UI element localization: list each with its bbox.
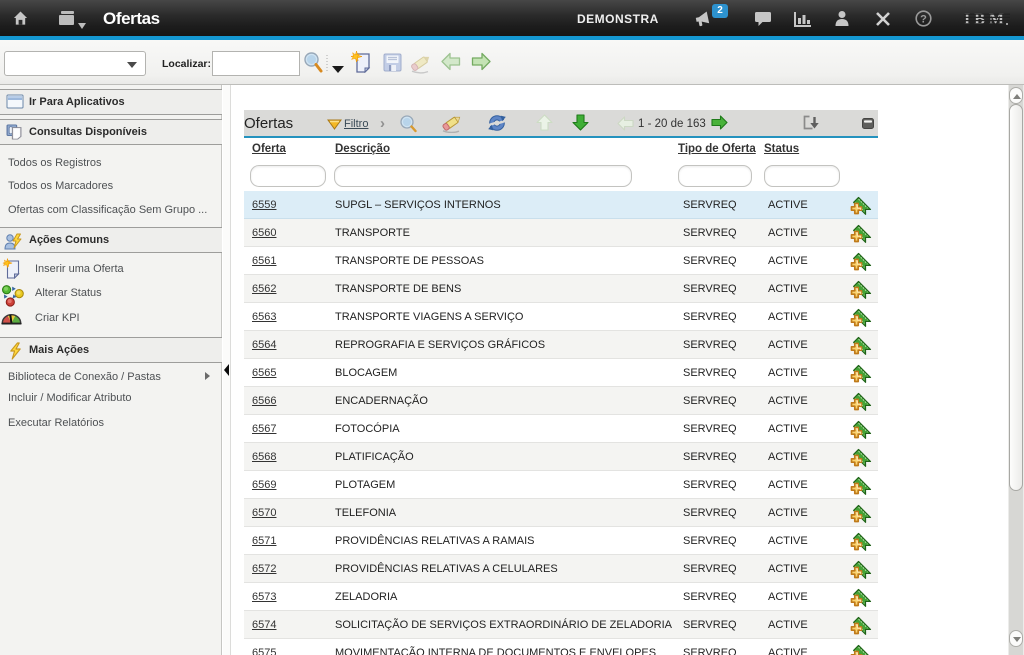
svg-text:IBM: IBM (964, 11, 1004, 27)
svg-text:?: ? (920, 14, 927, 26)
